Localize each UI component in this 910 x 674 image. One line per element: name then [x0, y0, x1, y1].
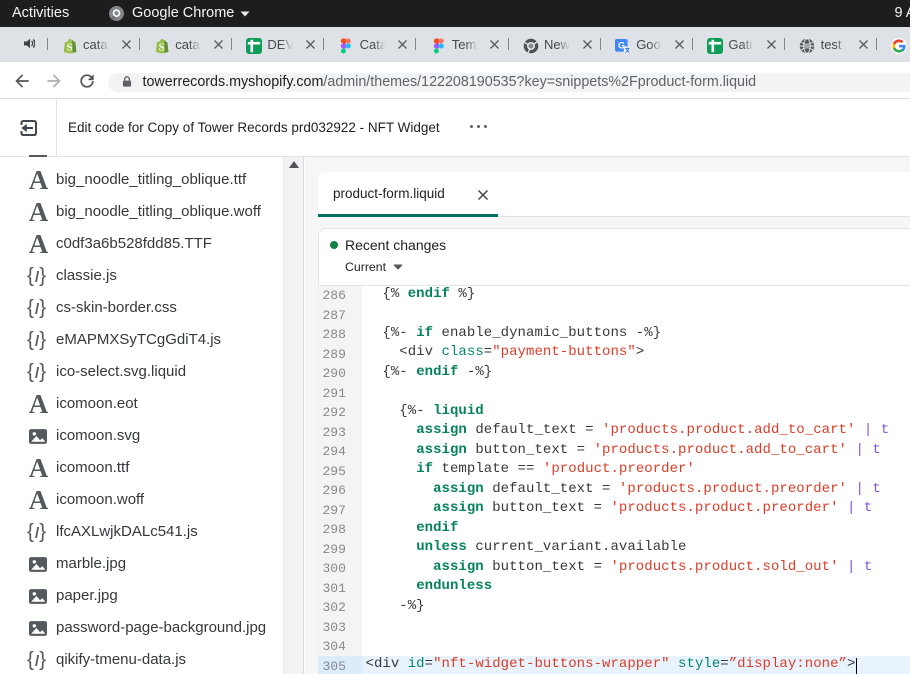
- svg-text:S: S: [66, 42, 72, 53]
- svg-text:S: S: [158, 42, 164, 53]
